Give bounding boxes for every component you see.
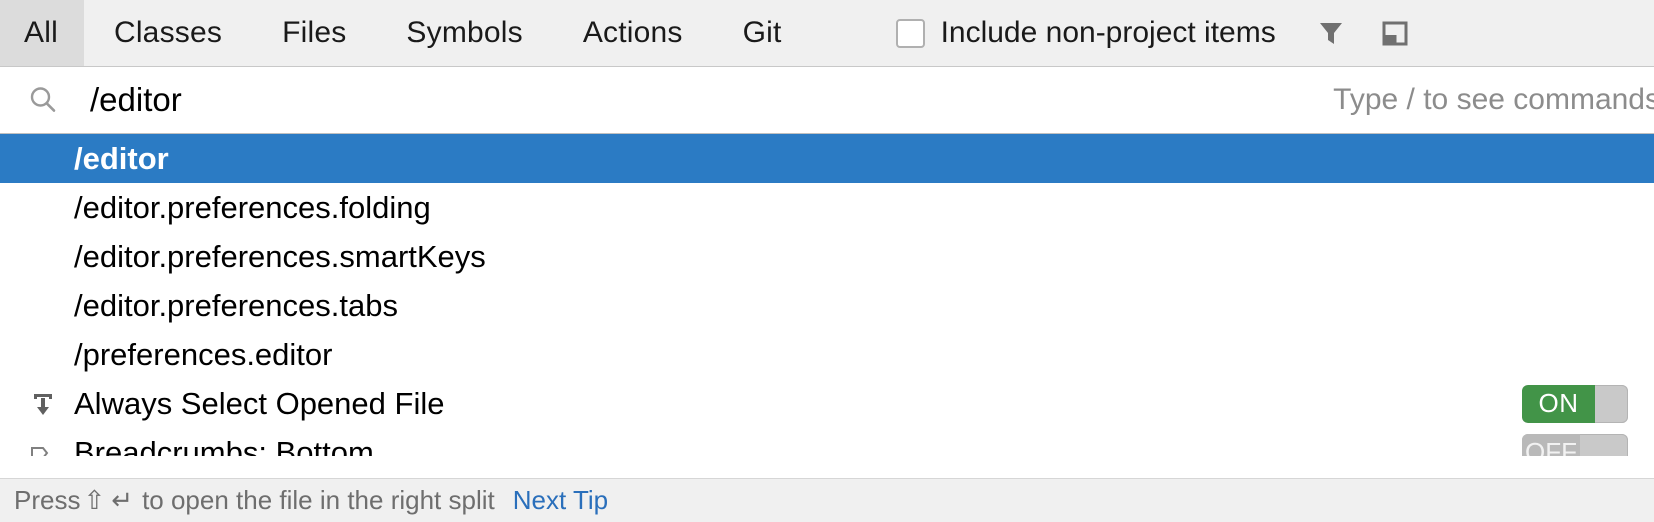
list-item[interactable]: /editor.preferences.folding [0,183,1654,232]
tab-bar: All Classes Files Symbols Actions Git In… [0,0,1654,67]
row-toggle-area: OFF [1522,433,1636,456]
preview-panel-icon[interactable] [1378,16,1412,50]
list-item-label: Breadcrumbs: Bottom [74,434,374,457]
list-item-label: /editor [74,140,169,176]
toggle-switch-on[interactable]: ON [1522,384,1628,423]
list-item-label: /editor.preferences.tabs [74,287,398,323]
tab-symbols[interactable]: Symbols [376,0,552,66]
search-input[interactable]: /editor [90,81,182,119]
status-prefix: Press [14,485,81,515]
list-item[interactable]: /preferences.editor [0,330,1654,379]
scroll-to-source-icon [26,387,60,421]
toggle-state-label: ON [1522,384,1595,423]
search-hint: Type / to see commands [1333,83,1654,116]
checkbox-label: Include non-project items [940,16,1276,49]
row-toggle-area: ON [1522,384,1636,423]
list-item[interactable]: Breadcrumbs: Bottom OFF [0,428,1654,456]
enter-key-icon: ↵ [111,485,134,515]
status-bar: Press ⇧ ↵ to open the file in the right … [0,478,1654,522]
list-item[interactable]: Always Select Opened File ON [0,379,1654,428]
tab-files[interactable]: Files [252,0,376,66]
results-list: /editor /editor.preferences.folding /edi… [0,134,1654,456]
breadcrumbs-icon [26,436,60,456]
list-item-label: /editor.preferences.smartKeys [74,238,486,274]
header-icon-group [1314,0,1438,66]
list-item[interactable]: /editor.preferences.smartKeys [0,232,1654,281]
checkbox-box[interactable] [895,18,925,48]
tab-git[interactable]: Git [713,0,812,66]
status-suffix: to open the file in the right split [142,485,495,515]
tab-files-label: Files [282,16,347,49]
toggle-state-label: OFF [1522,433,1580,456]
toggle-switch-off[interactable]: OFF [1522,433,1628,456]
filter-icon[interactable] [1314,16,1348,50]
list-item[interactable]: /editor [0,134,1654,183]
list-item-label: /editor.preferences.folding [74,189,431,225]
tab-git-label: Git [742,16,782,49]
shift-key-icon: ⇧ [83,485,106,515]
list-item-label: Always Select Opened File [74,385,445,421]
search-icon [26,83,60,117]
tab-actions[interactable]: Actions [553,0,713,66]
tab-classes-label: Classes [113,16,223,49]
search-everywhere-dialog: All Classes Files Symbols Actions Git In… [0,0,1654,522]
tab-actions-label: Actions [582,16,683,49]
next-tip-link[interactable]: Next Tip [513,485,608,516]
include-non-project-items-checkbox[interactable]: Include non-project items [895,0,1276,66]
search-row[interactable]: /editor Type / to see commands [0,67,1654,134]
tab-all[interactable]: All [0,0,84,66]
list-item-label: /preferences.editor [74,336,333,372]
list-item[interactable]: /editor.preferences.tabs [0,281,1654,330]
tab-all-label: All [24,16,58,49]
tab-symbols-label: Symbols [406,16,523,49]
tab-classes[interactable]: Classes [84,0,252,66]
